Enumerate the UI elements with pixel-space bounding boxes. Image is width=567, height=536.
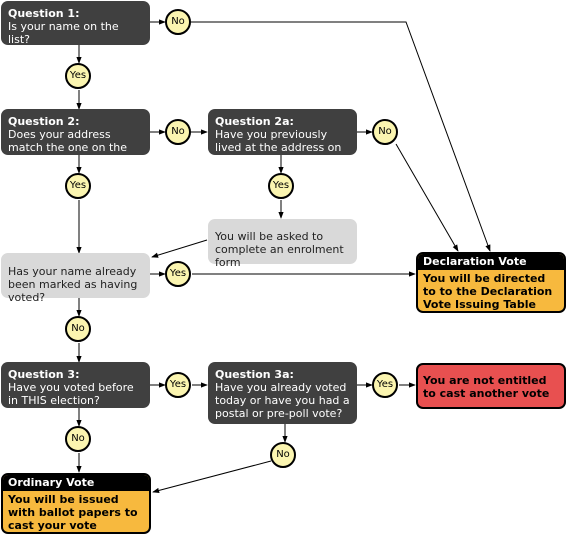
not-entitled-text: You are not entitled to cast another vot… bbox=[423, 374, 550, 400]
declaration-vote-box: Declaration Vote You will be directed to… bbox=[416, 252, 566, 313]
enrolment-form-text: You will be asked to complete an enrolme… bbox=[215, 230, 344, 269]
question-3a-text: Have you already voted today or have you… bbox=[215, 381, 350, 420]
question-3-box: Question 3: Have you voted before in THI… bbox=[1, 362, 150, 408]
q1-yes-answer: Yes bbox=[65, 63, 91, 89]
edge-q3a-no-ordinary bbox=[152, 460, 272, 493]
question-3-heading: Question 3: bbox=[8, 368, 80, 381]
edge-q2a-no-declaration bbox=[395, 143, 459, 252]
q2-no-answer: No bbox=[165, 119, 191, 145]
question-2a-text: Have you previously lived at the address… bbox=[215, 128, 342, 167]
ordinary-vote-box: Ordinary Vote You will be issued with ba… bbox=[1, 473, 151, 534]
q3a-no-answer: No bbox=[270, 442, 296, 468]
question-3-text: Have you voted before in THIS election? bbox=[8, 381, 134, 407]
declaration-vote-heading: Declaration Vote bbox=[418, 254, 564, 270]
question-3a-box: Question 3a: Have you already voted toda… bbox=[208, 362, 357, 424]
marked-yes-answer: Yes bbox=[165, 261, 191, 287]
ordinary-vote-text: You will be issued with ballot papers to… bbox=[8, 493, 138, 532]
ordinary-vote-heading: Ordinary Vote bbox=[3, 475, 149, 491]
q3-yes-answer: Yes bbox=[165, 372, 191, 398]
marked-no-answer: No bbox=[65, 316, 91, 342]
not-entitled-box: You are not entitled to cast another vot… bbox=[416, 363, 566, 409]
declaration-vote-text: You will be directed to to the Declarati… bbox=[423, 272, 553, 311]
edge-enrolment-marked bbox=[151, 239, 208, 258]
q2a-no-answer: No bbox=[372, 119, 398, 145]
q2a-yes-answer: Yes bbox=[268, 173, 294, 199]
enrolment-form-box: You will be asked to complete an enrolme… bbox=[208, 219, 357, 269]
question-1-box: Question 1: Is your name on the list? bbox=[1, 1, 150, 46]
question-3a-heading: Question 3a: bbox=[215, 368, 294, 381]
question-2-heading: Question 2: bbox=[8, 115, 80, 128]
already-marked-box: Has your name already been marked as hav… bbox=[1, 253, 150, 304]
question-2a-box: Question 2a: Have you previously lived a… bbox=[208, 109, 357, 167]
question-1-text: Is your name on the list? bbox=[8, 20, 119, 46]
question-2a-heading: Question 2a: bbox=[215, 115, 294, 128]
q2-yes-answer: Yes bbox=[65, 173, 91, 199]
question-1-heading: Question 1: bbox=[8, 7, 80, 20]
q1-no-answer: No bbox=[165, 9, 191, 35]
q3-no-answer: No bbox=[65, 426, 91, 452]
q3a-yes-answer: Yes bbox=[372, 372, 398, 398]
question-2-text: Does your address match the one on the l… bbox=[8, 128, 128, 167]
question-2-box: Question 2: Does your address match the … bbox=[1, 109, 150, 167]
